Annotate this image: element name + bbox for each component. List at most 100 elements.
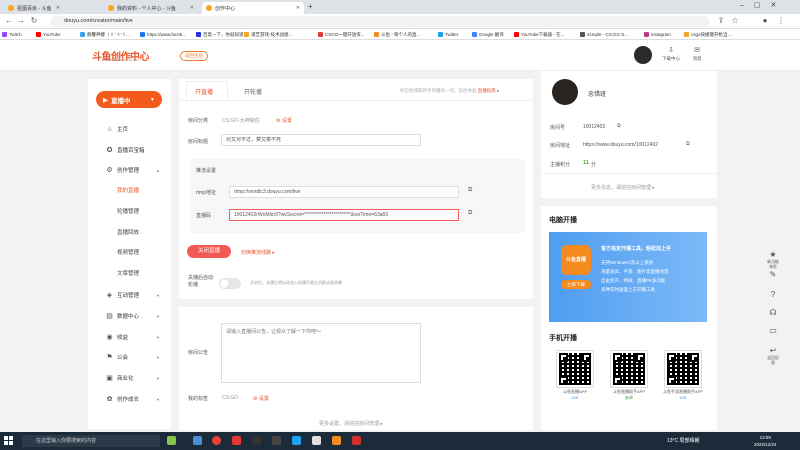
float-new-button[interactable]: ★ 新功能体验 — [766, 250, 780, 270]
taskbar-app-icon[interactable] — [332, 436, 341, 445]
url-input[interactable]: douyu.com/creator/main/live — [50, 16, 710, 27]
stream-code-label: 直播码 — [196, 213, 212, 219]
stream-code-field[interactable]: 10012402rWnMlor9?wsSecret=**************… — [229, 209, 459, 221]
bookmark-item[interactable]: YouTube下载器 - 在... — [514, 30, 564, 39]
close-icon[interactable]: ✕ — [190, 5, 194, 11]
rtmp-address-field[interactable]: rtmp://sendtc3.douyu.com/live — [229, 186, 459, 198]
sidebar-group[interactable]: ✿ 创作成长 ▼ — [106, 394, 160, 404]
sidebar-group[interactable]: ▣ 商业化 ▼ — [106, 373, 160, 383]
sidebar-group[interactable]: ⚑ 公会 ▼ — [106, 352, 160, 362]
clock[interactable]: 13:59 2022/12/24 — [754, 434, 777, 448]
taskbar-app-icon[interactable] — [352, 436, 361, 445]
banner-line: 自由变声、特效、直播PK多功能 — [601, 278, 666, 283]
window-controls[interactable]: –▢✕ — [740, 1, 786, 9]
sidebar-subitem[interactable]: 视频管理 — [117, 248, 139, 256]
taskbar-app-icon[interactable] — [232, 436, 241, 445]
float-help-button[interactable]: ? — [766, 290, 780, 300]
sidebar-group[interactable]: ▤ 数据中心 ▼ — [106, 311, 160, 321]
tab-start-loop[interactable]: 开轮播 — [244, 87, 262, 96]
bookmark-item[interactable]: CSGO一键开放资... — [318, 30, 365, 39]
qr-card: 斗鱼手游直播助手APP iOS — [661, 350, 705, 409]
copy-icon[interactable]: ⧉ — [468, 187, 472, 194]
taskbar-app-icon[interactable] — [193, 436, 202, 445]
more-settings-link[interactable]: 更多设置，请前往房间管理 ▸ — [319, 420, 383, 427]
download-center-button[interactable]: ⇩ 下载中心 — [659, 46, 683, 62]
taskbar-app-icon[interactable] — [167, 436, 176, 445]
taskbar-app-icon[interactable] — [312, 436, 321, 445]
windows-start-icon[interactable] — [4, 436, 14, 446]
bookmark-item[interactable]: Google 翻译 — [472, 30, 504, 39]
sidebar-subitem[interactable]: 我的直播 — [117, 186, 139, 194]
copy-icon[interactable]: ⧉ — [617, 123, 621, 129]
switch-line-link[interactable]: 切换推流线路 ▸ — [241, 249, 275, 256]
sidebar-subitem[interactable]: 文章管理 — [117, 269, 139, 277]
sidebar-item[interactable]: ⚙ 创作管理 ▲ — [106, 165, 160, 175]
sidebar-group[interactable]: ◈ 互动管理 ▼ — [106, 290, 160, 300]
sidebar-item[interactable]: ✪ 直播百宝箱 — [106, 145, 145, 155]
sidebar-group[interactable]: ◉ 收益 ▼ — [106, 332, 160, 342]
address-bar: ← → ↻ douyu.com/creator/main/live ⇪ ☆ ● … — [0, 14, 800, 29]
back-home-button[interactable]: 返回主站 — [180, 51, 208, 61]
my-tag-label: 我的标签 — [188, 396, 209, 402]
float-back-button[interactable]: ↩ 返回旧版 — [766, 346, 780, 366]
float-headset-button[interactable]: ☊ — [766, 308, 780, 318]
sidebar-item[interactable]: ⌂ 主页 — [106, 124, 128, 134]
qr-code-icon — [556, 350, 594, 388]
close-icon[interactable]: ✕ — [56, 5, 60, 11]
bookmark-item[interactable]: s1mple - CS:GO S... — [580, 30, 628, 39]
bookmark-item[interactable]: 斗鱼 - 每个人的直... — [374, 30, 420, 39]
chrome-icon[interactable] — [212, 436, 221, 445]
bookmark-item[interactable]: https://www.faceb... — [140, 30, 186, 39]
browser-tab[interactable]: 抠图百余 - 斗鱼 ✕ — [4, 2, 64, 14]
profile-icon[interactable]: ● — [760, 16, 770, 26]
download-button[interactable]: 立即下载 — [561, 280, 591, 289]
taskbar-app-icon[interactable] — [292, 436, 301, 445]
float-edit-button[interactable]: ✎ — [766, 270, 780, 280]
room-title-input[interactable]: 对又对不过，菜又菜不死 — [221, 134, 421, 146]
new-tab-button[interactable]: + — [308, 2, 313, 11]
float-monitor-button[interactable]: ▭ — [766, 326, 780, 336]
live-status-button[interactable]: ▶ 直播中 ▼ — [96, 91, 162, 108]
copy-icon[interactable]: ⧉ — [686, 141, 690, 147]
logo[interactable]: 斗鱼创作中心 DOUYU CREATION CENTER — [92, 48, 150, 63]
reload-icon[interactable]: ↻ — [29, 16, 39, 26]
weather-widget[interactable]: 13°C 局部晴朗 — [667, 437, 700, 444]
taskbar-app-icon[interactable] — [272, 436, 281, 445]
tab-start-live[interactable]: 开直播 — [195, 87, 213, 96]
more-info-link[interactable]: 更多信息，请前往房间管理 ▸ — [591, 184, 655, 191]
notice-textarea[interactable] — [221, 323, 421, 383]
sidebar-subitem[interactable]: 直播回放 — [117, 228, 139, 236]
live-guide-link[interactable]: 直播指南 ▸ — [478, 88, 500, 93]
close-icon[interactable]: ✕ — [296, 5, 300, 11]
bookmark-item[interactable]: instagram — [644, 30, 671, 39]
message-button[interactable]: ✉ 消息 — [685, 46, 709, 62]
avatar[interactable] — [552, 79, 578, 105]
tag-settings-link[interactable]: ⚙ 设置 — [253, 395, 269, 402]
taskbar-app-icon[interactable] — [252, 436, 261, 445]
category-settings-link[interactable]: ⚙ 设置 — [276, 117, 292, 124]
bookmark-item[interactable]: Twitch — [2, 30, 22, 39]
forward-icon[interactable]: → — [16, 16, 26, 26]
room-settings-panel: 房间公告 我的标签 CS:GO ⚙ 设置 更多设置，请前往房间管理 ▸ — [179, 307, 533, 430]
bookmark-star-icon[interactable]: ☆ — [730, 16, 740, 26]
copy-icon[interactable]: ⧉ — [468, 210, 472, 217]
sidebar-subitem[interactable]: 轮播管理 — [117, 207, 139, 215]
bookmark-item[interactable]: 百度一下，你就知道 — [196, 30, 244, 39]
bookmark-item[interactable]: csgo快捷键开枪当... — [684, 30, 731, 39]
menu-icon[interactable]: ⋮ — [776, 16, 786, 26]
chevron-down-icon: ▼ — [156, 396, 160, 402]
qr-app-os: 安卓 — [625, 395, 633, 400]
bookmark-item[interactable]: YouTube — [36, 30, 61, 39]
back-icon[interactable]: ← — [4, 16, 14, 26]
close-live-button[interactable]: 关闭直播 — [187, 245, 231, 258]
avatar[interactable] — [634, 46, 652, 64]
browser-tab-active[interactable]: 创作中心 ✕ — [202, 2, 304, 14]
bookmark-item[interactable]: 浦芝游戏-技术战绩... — [244, 30, 292, 39]
share-icon[interactable]: ⇪ — [716, 16, 726, 26]
pc-live-banner[interactable]: 斗鱼直播 官方指定开播工具，轻松加上手 支持Windows7及以上系统 海量道具… — [549, 232, 707, 322]
bookmark-item[interactable]: Twitter — [438, 30, 458, 39]
taskbar-search-input[interactable]: 在这里输入你要搜索的内容 — [22, 435, 160, 447]
bookmark-item[interactable]: 静馨神健（ゞ 'ゞ'ゞ... — [80, 30, 130, 39]
auto-loop-toggle[interactable] — [219, 278, 241, 289]
browser-tab[interactable]: 我的资料 - 个人中心 - 斗鱼 ✕ — [104, 2, 198, 14]
